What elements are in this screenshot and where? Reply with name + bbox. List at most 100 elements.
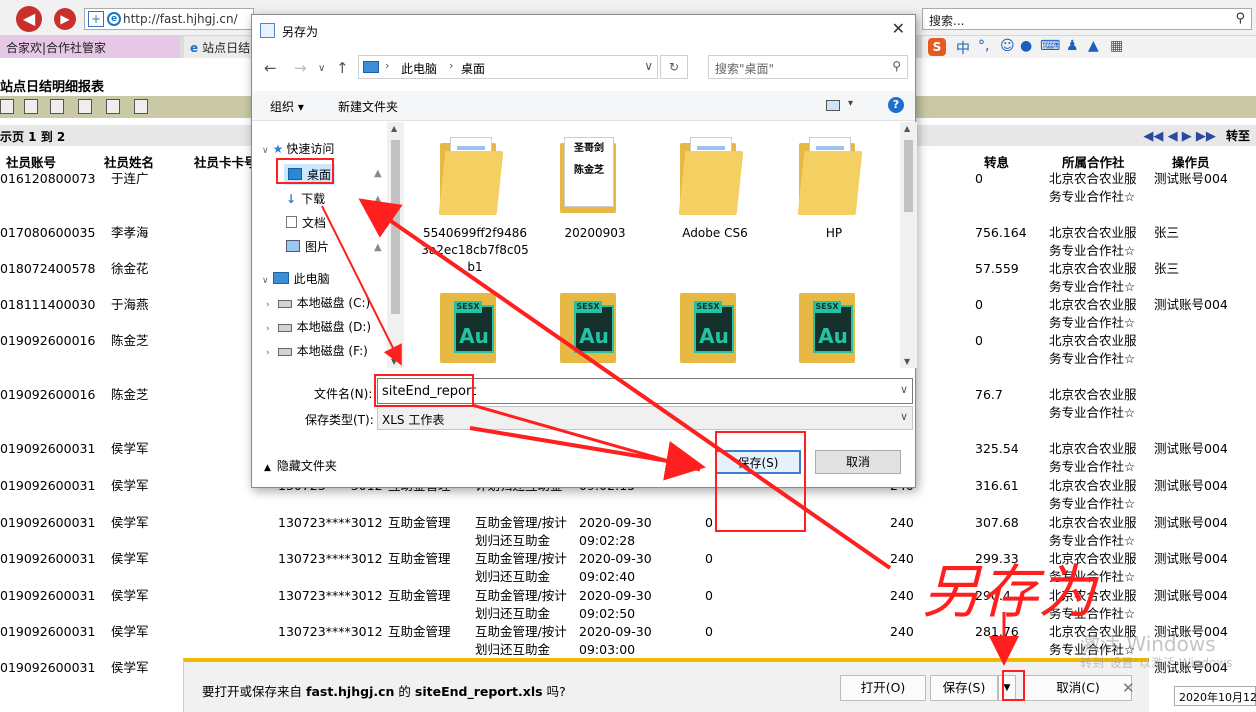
chevron-down-icon[interactable]: ∨ — [900, 383, 908, 396]
scroll-down-icon: ▼ — [391, 357, 398, 366]
first-page-icon[interactable]: ◀◀ — [1143, 129, 1163, 144]
refresh-button[interactable]: ↻ — [660, 55, 688, 79]
scroll-down-icon: ▼ — [904, 357, 911, 366]
user-icon[interactable]: ♟ — [1066, 38, 1079, 54]
table-cell-coop: 北京农合农业服务专业合作社☆ — [1049, 441, 1137, 474]
nav-documents[interactable]: 文档 — [286, 214, 326, 231]
nav-pictures[interactable]: 图片 — [286, 238, 329, 255]
back-arrow-icon[interactable]: ← — [264, 59, 277, 77]
last-page-icon[interactable]: ▶▶ — [1196, 129, 1216, 144]
download-cancel-button[interactable]: 取消(C) — [1024, 675, 1132, 701]
table-cell-op_type: 互助金管理 — [388, 588, 451, 603]
goto-page-label[interactable]: 转至 — [1226, 129, 1250, 143]
dialog-search-input[interactable]: 搜索"桌面" ⚲ — [708, 55, 908, 79]
scroll-thumb[interactable] — [391, 140, 400, 314]
annotation-box-desktop — [276, 158, 334, 184]
table-cell-acct: 018072400578 — [0, 261, 96, 276]
nav-drive-d[interactable]: › 本地磁盘 (D:) — [266, 318, 371, 335]
nav-drive-f[interactable]: › 本地磁盘 (F:) — [266, 342, 368, 359]
forward-icon[interactable]: ▶ — [54, 8, 76, 30]
table-cell-name: 侯学军 — [111, 624, 149, 639]
address-bar[interactable]: + e http://fast.hjhgj.cn/ — [84, 8, 254, 30]
sogou-ime-icon[interactable]: S — [928, 38, 946, 56]
browser-search-input[interactable]: 搜索... ⚲ — [922, 8, 1252, 30]
skin-icon[interactable]: ▲ — [1088, 38, 1099, 54]
filetype-select[interactable]: XLS 工作表 ∨ — [377, 406, 913, 430]
microphone-icon[interactable]: ● — [1020, 38, 1032, 54]
pin-icon[interactable]: ▲ — [374, 168, 382, 179]
printer-icon[interactable] — [106, 99, 120, 114]
table-cell-acct: 019092600031 — [0, 588, 96, 603]
dialog-cancel-button[interactable]: 取消 — [815, 450, 901, 474]
word-icon[interactable] — [78, 99, 92, 114]
table-cell-detail: 互助金管理/按计划归还互助金 — [475, 551, 567, 584]
table-cell-interest: 0 — [975, 333, 983, 348]
next-page-icon[interactable]: ▶ — [1182, 129, 1192, 144]
nav-scrollbar[interactable]: ▲ ▼ — [387, 122, 404, 368]
table-cell-coop: 北京农合农业服务专业合作社☆ — [1049, 171, 1137, 204]
chinese-mode-icon[interactable]: 中 — [956, 38, 970, 58]
nav-downloads[interactable]: ↓ 下载 — [286, 190, 325, 207]
breadcrumb-desktop[interactable]: 桌面 — [461, 60, 485, 77]
search-icon[interactable]: ⚲ — [1235, 11, 1245, 26]
help-icon[interactable]: ? — [888, 97, 904, 113]
table-cell-v2: 240 — [890, 624, 914, 639]
ie-icon: e — [107, 12, 121, 26]
file-name: 20200903 — [564, 226, 626, 240]
col-header-name: 社员姓名 — [104, 155, 155, 170]
chevron-down-icon[interactable]: ∨ — [644, 59, 653, 73]
download-open-button[interactable]: 打开(O) — [840, 675, 926, 701]
tab-hejiahuan[interactable]: 合家欢|合作社管家 — [0, 36, 180, 58]
close-icon[interactable]: ✕ — [892, 19, 905, 38]
breadcrumb-this-pc[interactable]: 此电脑 — [401, 60, 437, 77]
print-icon[interactable] — [0, 99, 14, 114]
pin-icon[interactable]: ▲ — [374, 218, 382, 229]
table-cell-interest: 316.61 — [975, 478, 1019, 493]
excel-icon[interactable] — [50, 99, 64, 114]
pin-icon[interactable]: ▲ — [374, 242, 382, 253]
new-folder-button[interactable]: 新建文件夹 — [338, 98, 398, 115]
pager-nav: ◀◀ ◀ ▶ ▶▶ 转至 — [1143, 127, 1250, 144]
settings-icon[interactable] — [134, 99, 148, 114]
pin-icon[interactable]: ▲ — [374, 194, 382, 205]
chevron-down-icon[interactable]: ∨ — [900, 410, 908, 423]
up-arrow-icon[interactable]: ↑ — [336, 59, 349, 77]
back-icon[interactable]: ◀ — [16, 6, 42, 32]
folder-icon: 圣哥剑 陈金芝 — [560, 137, 620, 215]
table-cell-operator: 测试账号004 — [1154, 297, 1228, 312]
table-cell-card: 130723****3012 — [278, 551, 383, 566]
tab-site-report[interactable]: e 站点日结 — [184, 36, 252, 58]
add-site-icon[interactable]: + — [88, 11, 104, 27]
organize-button[interactable]: 组织 ▾ — [270, 98, 304, 115]
table-cell-name: 侯学军 — [111, 441, 149, 456]
table-cell-interest: 325.54 — [975, 441, 1019, 456]
nav-this-pc[interactable]: ∨ 此电脑 — [262, 270, 330, 287]
punctuation-icon[interactable]: °, — [978, 38, 989, 54]
table-cell-acct: 019092600031 — [0, 624, 96, 639]
file-scrollbar[interactable]: ▲ ▼ — [900, 122, 917, 368]
breadcrumb[interactable]: › 此电脑 › 桌面 ∨ — [358, 55, 658, 79]
activation-watermark: 激活 Windows — [1080, 632, 1216, 656]
table-cell-v1: 0 — [705, 551, 713, 566]
keyboard-icon[interactable]: ⌨ — [1040, 38, 1060, 54]
forward-arrow-icon[interactable]: → — [294, 59, 307, 77]
prev-page-icon[interactable]: ◀ — [1168, 129, 1178, 144]
nav-quick-access[interactable]: ∨ ★ 快速访问 — [262, 140, 334, 157]
table-cell-v2: 240 — [890, 515, 914, 530]
scroll-thumb[interactable] — [904, 140, 913, 212]
view-options-icon[interactable]: ▾ — [826, 97, 856, 115]
table-cell-interest: 76.7 — [975, 387, 1003, 402]
close-icon[interactable]: ✕ — [1122, 679, 1135, 697]
hide-folders-toggle[interactable]: ▲ 隐藏文件夹 — [264, 457, 337, 474]
export-icon[interactable] — [24, 99, 38, 114]
table-cell-coop: 北京农合农业服务专业合作社☆ — [1049, 588, 1137, 621]
refresh-icon: ↻ — [668, 60, 680, 74]
audition-file-icon: SESX Au — [799, 287, 859, 365]
nav-drive-c[interactable]: › 本地磁盘 (C:) — [266, 294, 370, 311]
table-cell-acct: 017080600035 — [0, 225, 96, 240]
emoji-icon[interactable]: ☺ — [1000, 38, 1015, 54]
drive-icon — [277, 324, 292, 332]
toolbox-icon[interactable]: ▦ — [1110, 38, 1123, 54]
recent-dropdown-icon[interactable]: ∨ — [318, 63, 325, 74]
download-save-button[interactable]: 保存(S) — [930, 675, 998, 701]
